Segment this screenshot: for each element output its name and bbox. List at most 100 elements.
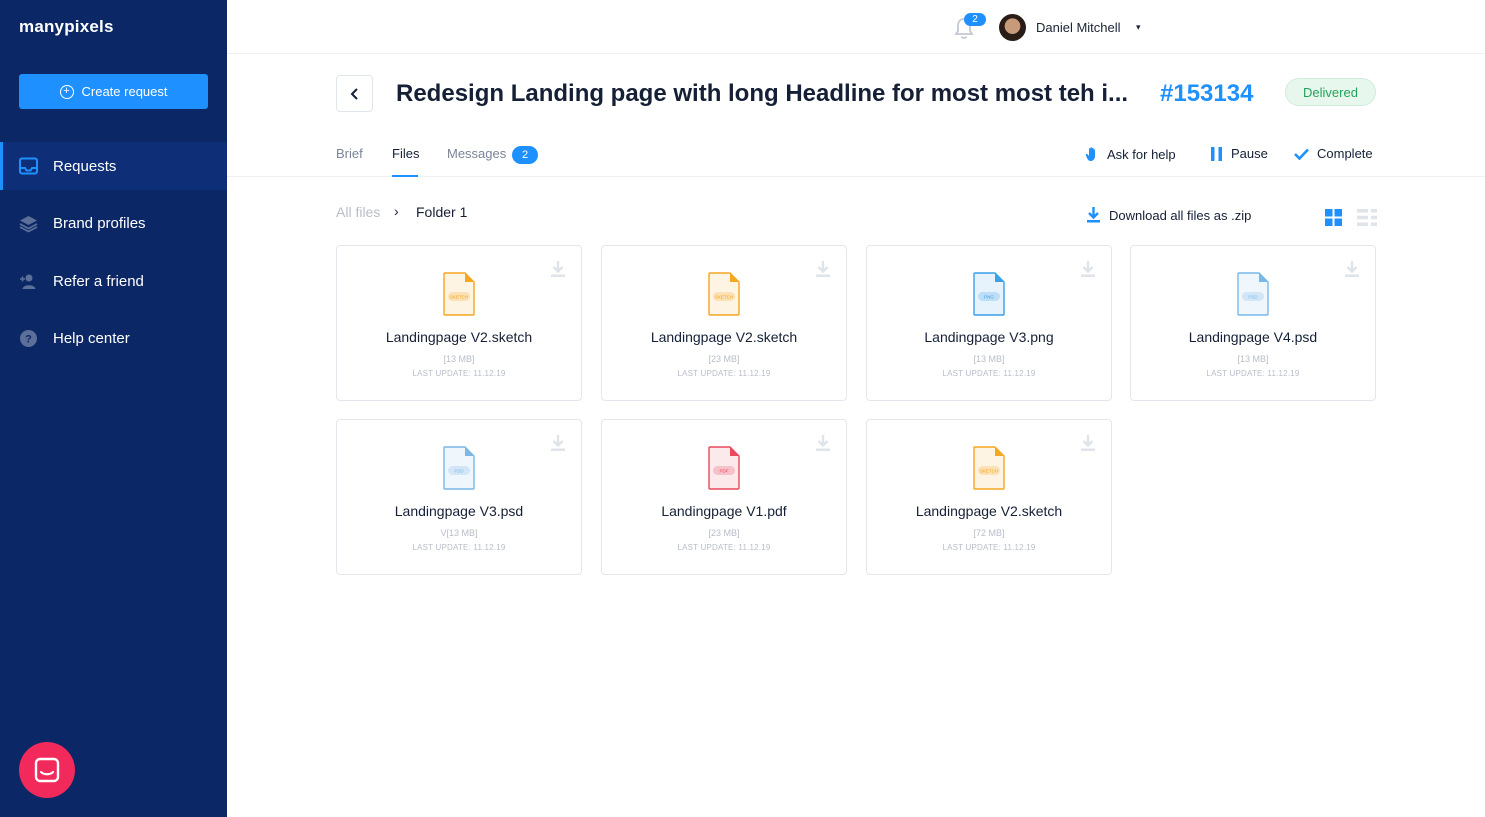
file-type-label: SKETCH bbox=[715, 295, 733, 300]
file-card[interactable]: PNG Landingpage V3.png [13 MB] LAST UPDATE:… bbox=[866, 245, 1112, 401]
breadcrumb-current-folder: Folder 1 bbox=[416, 204, 468, 220]
file-size: [72 MB] bbox=[973, 528, 1005, 538]
page-title: Redesign Landing page with long Headline… bbox=[396, 80, 1129, 107]
download-icon[interactable] bbox=[1080, 434, 1096, 452]
file-name: Landingpage V2.sketch bbox=[650, 329, 798, 345]
file-type-label: PDF bbox=[720, 469, 729, 474]
file-name: Landingpage V4.psd bbox=[1188, 329, 1318, 345]
download-icon[interactable] bbox=[815, 434, 831, 452]
file-name: Landingpage V2.sketch bbox=[915, 503, 1063, 519]
chevron-left-icon bbox=[350, 87, 358, 100]
active-tab-indicator bbox=[392, 175, 418, 177]
grid-view-icon[interactable] bbox=[1325, 209, 1342, 226]
ask-for-help-button[interactable]: Ask for help bbox=[1085, 146, 1176, 162]
back-button[interactable] bbox=[336, 75, 373, 112]
chat-launcher-button[interactable] bbox=[19, 742, 75, 798]
file-last-update: LAST UPDATE: 11.12.19 bbox=[677, 369, 771, 378]
download-all-label: Download all files as .zip bbox=[1109, 207, 1252, 223]
ask-for-help-label: Ask for help bbox=[1107, 146, 1176, 162]
tab-brief[interactable]: Brief bbox=[336, 146, 363, 161]
breadcrumb-all-files[interactable]: All files bbox=[336, 204, 380, 220]
brand-logo[interactable]: manypixels bbox=[19, 17, 114, 37]
file-type-label: SKETCH bbox=[980, 469, 998, 474]
pause-icon bbox=[1211, 146, 1222, 161]
hand-icon bbox=[1085, 147, 1095, 161]
file-size: [13 MB] bbox=[443, 354, 475, 364]
user-plus-icon bbox=[19, 272, 38, 291]
file-last-update: LAST UPDATE: 11.12.19 bbox=[412, 369, 506, 378]
file-card[interactable]: PDF Landingpage V1.pdf [23 MB] LAST UPDATE:… bbox=[601, 419, 847, 575]
pause-label: Pause bbox=[1231, 146, 1268, 161]
file-last-update: LAST UPDATE: 11.12.19 bbox=[942, 543, 1036, 552]
create-request-button[interactable]: + Create request bbox=[19, 74, 208, 109]
sidebar-item-label: Help center bbox=[53, 329, 130, 347]
complete-label: Complete bbox=[1317, 146, 1373, 161]
file-last-update: LAST UPDATE: 11.12.19 bbox=[677, 543, 771, 552]
chat-icon bbox=[34, 757, 60, 783]
complete-button[interactable]: Complete bbox=[1294, 146, 1373, 161]
file-last-update: LAST UPDATE: 11.12.19 bbox=[412, 543, 506, 552]
file-card[interactable]: SKETCH Landingpage V2.sketch [13 MB] LAST U… bbox=[336, 245, 582, 401]
plus-circle-icon: + bbox=[59, 84, 74, 99]
sidebar-item-requests[interactable]: Requests bbox=[0, 142, 227, 190]
messages-count-badge: 2 bbox=[512, 146, 538, 164]
tab-messages[interactable]: Messages bbox=[447, 146, 506, 161]
status-badge: Delivered bbox=[1285, 78, 1376, 106]
tab-files[interactable]: Files bbox=[392, 146, 419, 161]
file-card[interactable]: PSD Landingpage V4.psd [13 MB] LAST UPDATE:… bbox=[1130, 245, 1376, 401]
file-size: [23 MB] bbox=[708, 528, 740, 538]
request-id: #153134 bbox=[1160, 80, 1254, 107]
file-type-label: PSD bbox=[454, 469, 464, 474]
help-icon: ? bbox=[19, 329, 38, 348]
pdf-file-icon: PDF bbox=[708, 446, 740, 490]
download-icon[interactable] bbox=[1344, 260, 1360, 278]
list-view-icon[interactable] bbox=[1357, 209, 1377, 226]
create-request-label: Create request bbox=[81, 84, 168, 99]
file-size: V[13 MB] bbox=[440, 528, 478, 538]
file-size: [23 MB] bbox=[708, 354, 740, 364]
sidebar-item-refer-a-friend[interactable]: Refer a friend bbox=[0, 257, 227, 305]
download-icon[interactable] bbox=[550, 434, 566, 452]
checkmark-icon bbox=[1294, 148, 1309, 160]
sidebar-item-brand-profiles[interactable]: Brand profiles bbox=[0, 199, 227, 247]
file-size: [13 MB] bbox=[973, 354, 1005, 364]
file-card[interactable]: SKETCH Landingpage V2.sketch [72 MB] LAST U… bbox=[866, 419, 1112, 575]
file-last-update: LAST UPDATE: 11.12.19 bbox=[942, 369, 1036, 378]
chevron-right-icon: › bbox=[394, 203, 399, 219]
notification-badge: 2 bbox=[964, 13, 986, 26]
chevron-down-icon[interactable]: ▾ bbox=[1136, 22, 1141, 33]
sidebar-item-help-center[interactable]: ? Help center bbox=[0, 314, 227, 362]
download-icon[interactable] bbox=[815, 260, 831, 278]
svg-text:?: ? bbox=[25, 333, 32, 345]
file-name: Landingpage V1.pdf bbox=[661, 503, 787, 519]
download-icon[interactable] bbox=[550, 260, 566, 278]
file-size: [13 MB] bbox=[1237, 354, 1269, 364]
download-icon bbox=[1087, 207, 1100, 223]
sidebar-item-label: Brand profiles bbox=[53, 214, 146, 232]
sidebar-item-label: Refer a friend bbox=[53, 272, 144, 290]
avatar[interactable] bbox=[999, 14, 1026, 41]
pause-button[interactable]: Pause bbox=[1210, 146, 1268, 161]
download-all-zip-button[interactable]: Download all files as .zip bbox=[1087, 207, 1251, 223]
sketch-file-icon: SKETCH bbox=[443, 272, 475, 316]
file-card[interactable]: SKETCH Landingpage V2.sketch [23 MB] LAST U… bbox=[601, 245, 847, 401]
top-bar bbox=[227, 0, 1485, 54]
png-file-icon: PNG bbox=[973, 272, 1005, 316]
download-icon[interactable] bbox=[1080, 260, 1096, 278]
layers-icon bbox=[19, 214, 38, 233]
file-name: Landingpage V3.psd bbox=[394, 503, 524, 519]
inbox-icon bbox=[19, 157, 38, 176]
user-name[interactable]: Daniel Mitchell bbox=[1036, 20, 1121, 35]
file-type-label: PSD bbox=[1248, 295, 1258, 300]
file-name: Landingpage V3.png bbox=[924, 329, 1054, 345]
file-type-label: SKETCH bbox=[450, 295, 468, 300]
sidebar: manypixels + Create request Requests Bra… bbox=[0, 0, 227, 817]
sketch-file-icon: SKETCH bbox=[708, 272, 740, 316]
file-last-update: LAST UPDATE: 11.12.19 bbox=[1206, 369, 1300, 378]
file-type-label: PNG bbox=[984, 295, 994, 300]
sketch-file-icon: SKETCH bbox=[973, 446, 1005, 490]
file-name: Landingpage V2.sketch bbox=[385, 329, 533, 345]
sidebar-item-label: Requests bbox=[53, 157, 117, 175]
file-card[interactable]: PSD Landingpage V3.psd V[13 MB] LAST UPDATE… bbox=[336, 419, 582, 575]
psd-file-icon: PSD bbox=[1237, 272, 1269, 316]
